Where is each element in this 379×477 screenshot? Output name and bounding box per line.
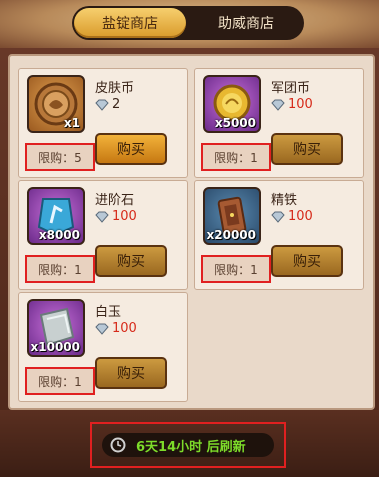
shop-item-card: x10000 白玉 100 限购：1 购买: [18, 292, 188, 402]
buy-button[interactable]: 购买: [271, 245, 343, 277]
shop-footer: 6天14小时 后刷新: [0, 410, 379, 477]
item-count: x1: [63, 116, 80, 130]
salt-gem-icon: [271, 211, 285, 223]
shop-tabs: 盐锭商店 助威商店: [72, 6, 304, 40]
price-value: 2: [112, 97, 121, 112]
item-price: 100: [95, 209, 137, 224]
item-price: 100: [271, 97, 313, 112]
item-price: 2: [95, 97, 120, 112]
refresh-timer: 6天14小时 后刷新: [102, 433, 274, 457]
item-name: 白玉: [95, 305, 122, 320]
buy-button[interactable]: 购买: [95, 245, 167, 277]
item-count: x10000: [30, 340, 81, 354]
item-grid: x1 皮肤币 2 限购：5 购买 x5000 军团币 100 限购：1 购买 x…: [8, 54, 375, 410]
legion-coin-icon: x5000: [203, 75, 261, 133]
item-name: 进阶石: [95, 193, 135, 208]
item-count: x5000: [214, 116, 256, 130]
skin-coin-icon: x1: [27, 75, 85, 133]
item-name: 军团币: [271, 81, 311, 96]
item-price: 100: [95, 321, 137, 336]
shop-window: 盐锭商店 助威商店 x1 皮肤币 2 限购：5 购买 x5000 军团币 100…: [0, 0, 379, 477]
purchase-limit: 限购：1: [201, 143, 271, 171]
salt-gem-icon: [95, 323, 109, 335]
item-name: 精铁: [271, 193, 298, 208]
purchase-limit: 限购：5: [25, 143, 95, 171]
tab-salt-shop[interactable]: 盐锭商店: [74, 8, 186, 38]
item-price: 100: [271, 209, 313, 224]
shop-item-card: x1 皮肤币 2 限购：5 购买: [18, 68, 188, 178]
advance-stone-icon: x8000: [27, 187, 85, 245]
refined-iron-icon: x20000: [203, 187, 261, 245]
price-value: 100: [288, 209, 313, 224]
shop-item-card: x20000 精铁 100 限购：1 购买: [194, 180, 364, 290]
shop-header: 盐锭商店 助威商店: [0, 0, 379, 48]
item-count: x20000: [206, 228, 257, 242]
price-value: 100: [112, 321, 137, 336]
salt-gem-icon: [271, 99, 285, 111]
shop-item-card: x5000 军团币 100 限购：1 购买: [194, 68, 364, 178]
salt-gem-icon: [95, 211, 109, 223]
clock-icon: [110, 437, 126, 453]
price-value: 100: [288, 97, 313, 112]
salt-gem-icon: [95, 99, 109, 111]
purchase-limit: 限购：1: [201, 255, 271, 283]
price-value: 100: [112, 209, 137, 224]
buy-button[interactable]: 购买: [271, 133, 343, 165]
purchase-limit: 限购：1: [25, 367, 95, 395]
refresh-countdown-text: 6天14小时 后刷新: [136, 439, 246, 455]
purchase-limit: 限购：1: [25, 255, 95, 283]
buy-button[interactable]: 购买: [95, 357, 167, 389]
refresh-timer-highlight: 6天14小时 后刷新: [90, 422, 286, 468]
item-count: x8000: [38, 228, 80, 242]
item-name: 皮肤币: [95, 81, 135, 96]
buy-button[interactable]: 购买: [95, 133, 167, 165]
shop-item-card: x8000 进阶石 100 限购：1 购买: [18, 180, 188, 290]
tab-cheer-shop[interactable]: 助威商店: [190, 8, 302, 38]
white-jade-icon: x10000: [27, 299, 85, 357]
